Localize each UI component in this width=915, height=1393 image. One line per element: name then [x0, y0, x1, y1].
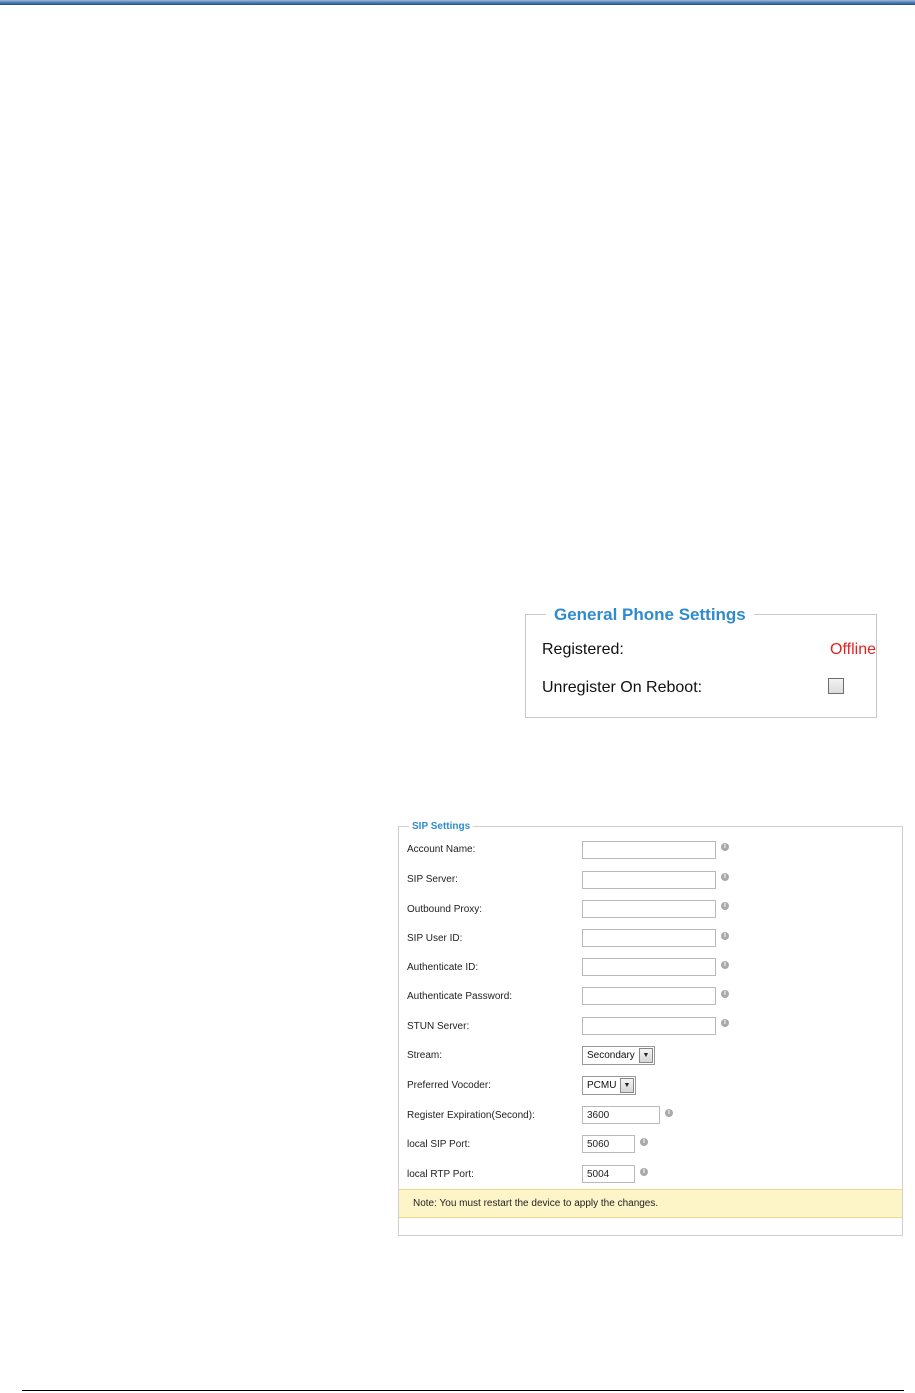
- general-phone-settings-panel: General Phone Settings Registered: Offli…: [525, 605, 877, 718]
- info-icon[interactable]: i: [721, 990, 729, 998]
- chevron-down-icon[interactable]: ▼: [620, 1078, 634, 1093]
- unregister-on-reboot-label: Unregister On Reboot:: [542, 679, 703, 696]
- info-icon[interactable]: i: [640, 1168, 648, 1176]
- register-expiration-label: Register Expiration(Second):: [407, 1110, 535, 1121]
- local-sip-port-input[interactable]: [582, 1135, 635, 1153]
- header-bar: [0, 0, 915, 5]
- sip-server-label: SIP Server:: [407, 874, 458, 885]
- chevron-down-icon[interactable]: ▼: [639, 1048, 653, 1063]
- sip-user-id-label: SIP User ID:: [407, 933, 463, 944]
- stream-select[interactable]: Secondary ▼: [582, 1046, 655, 1065]
- stun-server-label: STUN Server:: [407, 1021, 470, 1032]
- unregister-on-reboot-checkbox[interactable]: [828, 678, 844, 694]
- account-name-label: Account Name:: [407, 844, 476, 855]
- info-icon[interactable]: i: [640, 1138, 648, 1146]
- footer-rule: [22, 1390, 904, 1391]
- authenticate-id-label: Authenticate ID:: [407, 962, 479, 973]
- stream-label: Stream:: [407, 1050, 443, 1061]
- sip-server-input[interactable]: [582, 871, 716, 889]
- stream-selected-value: Secondary: [587, 1050, 635, 1061]
- preferred-vocoder-selected-value: PCMU: [587, 1080, 617, 1091]
- sip-settings-panel: SIP Settings Account Name: i SIP Server:…: [398, 821, 903, 1236]
- outbound-proxy-input[interactable]: [582, 900, 716, 918]
- stun-server-input[interactable]: [582, 1017, 716, 1035]
- authenticate-password-label: Authenticate Password:: [407, 991, 513, 1002]
- info-icon[interactable]: i: [721, 1019, 729, 1027]
- info-icon[interactable]: i: [721, 843, 729, 851]
- outbound-proxy-label: Outbound Proxy:: [407, 904, 483, 915]
- authenticate-password-input[interactable]: [582, 987, 716, 1005]
- general-phone-settings-title: General Phone Settings: [546, 605, 754, 625]
- preferred-vocoder-select[interactable]: PCMU ▼: [582, 1076, 636, 1095]
- restart-note: Note: You must restart the device to app…: [399, 1189, 902, 1218]
- info-icon[interactable]: i: [721, 873, 729, 881]
- account-name-input[interactable]: [582, 841, 716, 859]
- info-icon[interactable]: i: [721, 961, 729, 969]
- local-rtp-port-input[interactable]: [582, 1165, 635, 1183]
- local-sip-port-label: local SIP Port:: [407, 1139, 471, 1150]
- registered-status: Offline: [830, 641, 876, 658]
- registered-label: Registered:: [542, 641, 624, 658]
- sip-user-id-input[interactable]: [582, 929, 716, 947]
- local-rtp-port-label: local RTP Port:: [407, 1169, 474, 1180]
- info-icon[interactable]: i: [721, 902, 729, 910]
- preferred-vocoder-label: Preferred Vocoder:: [407, 1080, 491, 1091]
- authenticate-id-input[interactable]: [582, 958, 716, 976]
- register-expiration-input[interactable]: [582, 1106, 660, 1124]
- sip-settings-title: SIP Settings: [409, 821, 474, 833]
- info-icon[interactable]: i: [665, 1109, 673, 1117]
- info-icon[interactable]: i: [721, 932, 729, 940]
